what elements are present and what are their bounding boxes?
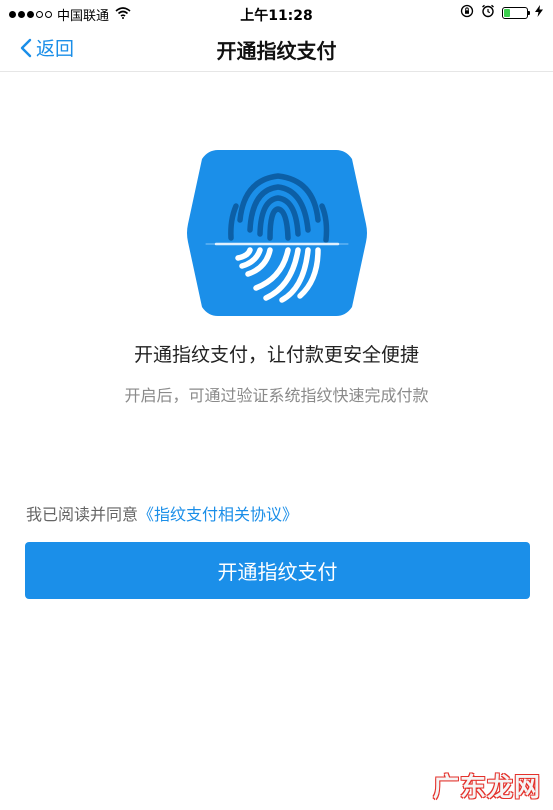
description-text: 开启后，可通过验证系统指纹快速完成付款 — [124, 386, 429, 405]
status-bar: 中国联通 上午11:28 — [0, 0, 553, 26]
orientation-lock-icon — [460, 4, 474, 22]
battery-level — [504, 9, 510, 17]
fingerprint-hexagon-icon — [186, 150, 368, 316]
navigation-bar: 返回 开通指纹支付 — [0, 26, 553, 72]
agreement-text: 我已阅读并同意《指纹支付相关协议》 — [26, 501, 298, 525]
headline-text: 开通指纹支付，让付款更安全便捷 — [133, 344, 419, 366]
page-title: 开通指纹支付 — [216, 39, 337, 63]
agreement-link[interactable]: 《指纹支付相关协议》 — [138, 505, 298, 524]
watermark-logo: 广东龙网 — [432, 773, 541, 803]
enable-fingerprint-pay-button[interactable]: 开通指纹支付 — [25, 542, 530, 599]
battery-icon — [502, 7, 530, 19]
alarm-icon — [481, 4, 495, 22]
agreement-prefix: 我已阅读并同意 — [26, 505, 139, 524]
status-right — [460, 4, 543, 22]
charging-icon — [535, 5, 543, 21]
